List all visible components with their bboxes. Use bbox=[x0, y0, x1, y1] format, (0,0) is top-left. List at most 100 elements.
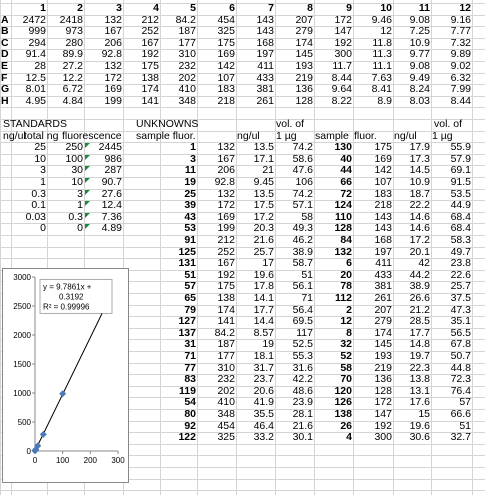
unknowns-cell[interactable]: 202 bbox=[197, 386, 236, 398]
unknowns-cell[interactable]: 69.1 bbox=[431, 165, 472, 177]
unknowns-cell[interactable]: 47.6 bbox=[275, 165, 314, 177]
unknowns-cell[interactable]: 3 bbox=[160, 154, 197, 166]
unknowns-cell[interactable]: 25 bbox=[160, 189, 197, 201]
unknowns-cell[interactable]: 25.7 bbox=[236, 247, 275, 259]
unknowns-cell[interactable]: 69.5 bbox=[275, 316, 314, 328]
unknowns-cell[interactable]: 14.4 bbox=[236, 316, 275, 328]
unknowns-cell[interactable]: 41.9 bbox=[236, 397, 275, 409]
plate-cell[interactable]: 2418 bbox=[47, 15, 84, 27]
plate-cell[interactable]: 192 bbox=[123, 49, 160, 61]
unknowns-cell[interactable]: 26 bbox=[314, 421, 353, 433]
plate-cell[interactable]: 143 bbox=[236, 15, 275, 27]
unknowns-cell[interactable]: 175 bbox=[353, 142, 393, 154]
unknowns-cell[interactable]: 167 bbox=[197, 258, 236, 270]
unknowns-cell[interactable]: 279 bbox=[353, 316, 393, 328]
plate-cell[interactable]: 89.9 bbox=[47, 49, 84, 61]
standards-cell[interactable]: 3 bbox=[47, 189, 84, 201]
unknowns-cell[interactable]: 175 bbox=[197, 281, 236, 293]
plate-cell[interactable]: 454 bbox=[197, 15, 236, 27]
unknowns-cell[interactable]: 18.7 bbox=[393, 189, 431, 201]
std-header-totalng[interactable]: total ng bbox=[23, 131, 63, 143]
standards-cell[interactable]: 0.3 bbox=[47, 212, 84, 224]
plate-cell[interactable]: 280 bbox=[47, 38, 84, 50]
unknowns-cell[interactable]: 78 bbox=[314, 281, 353, 293]
plate-cell[interactable]: 167 bbox=[123, 38, 160, 50]
unknowns-cell[interactable]: 21.6 bbox=[275, 421, 314, 433]
unknowns-cell[interactable]: 14.6 bbox=[393, 223, 431, 235]
unknowns-cell[interactable]: 53 bbox=[160, 223, 197, 235]
unknowns-cell[interactable]: 66 bbox=[314, 177, 353, 189]
plate-cell[interactable]: 143 bbox=[236, 26, 275, 38]
unk-header-1ug[interactable]: 1 µg bbox=[275, 131, 314, 143]
unknowns-cell[interactable]: 49.7 bbox=[431, 247, 472, 259]
unknowns-cell[interactable]: 132 bbox=[314, 247, 353, 259]
plate-cell[interactable]: 433 bbox=[236, 73, 275, 85]
standards-cell[interactable]: 100 bbox=[47, 154, 84, 166]
unknowns-cell[interactable]: 55.3 bbox=[275, 351, 314, 363]
unknowns-cell[interactable]: 17.7 bbox=[236, 305, 275, 317]
unknowns-cell[interactable]: 19 bbox=[236, 339, 275, 351]
unknowns-cell[interactable]: 72.3 bbox=[431, 374, 472, 386]
plate-cell[interactable]: 294 bbox=[11, 38, 47, 50]
plate-cell[interactable]: 218 bbox=[197, 96, 236, 108]
unknowns-cell[interactable]: 130 bbox=[314, 142, 353, 154]
unknowns-cell[interactable]: 21.6 bbox=[236, 235, 275, 247]
standards-cell[interactable]: 10 bbox=[11, 154, 47, 166]
unk-header-ngul[interactable]: ng/ul bbox=[236, 131, 275, 143]
unknowns-cell[interactable]: 14.6 bbox=[393, 212, 431, 224]
plate-cell[interactable]: 128 bbox=[275, 96, 314, 108]
unknowns-cell[interactable]: 50.7 bbox=[431, 351, 472, 363]
unknowns-cell[interactable]: 46.4 bbox=[236, 421, 275, 433]
plate-column-header[interactable]: 5 bbox=[160, 3, 197, 15]
unknowns-cell[interactable]: 187 bbox=[197, 339, 236, 351]
unknowns-cell[interactable]: 74.2 bbox=[275, 142, 314, 154]
unknowns-cell[interactable]: 23.8 bbox=[431, 258, 472, 270]
unknowns-cell[interactable]: 167 bbox=[197, 154, 236, 166]
unknowns-cell[interactable]: 127 bbox=[160, 316, 197, 328]
plate-cell[interactable]: 207 bbox=[275, 15, 314, 27]
unknowns-cell[interactable]: 174 bbox=[353, 328, 393, 340]
plate-cell[interactable]: 132 bbox=[84, 61, 123, 73]
unknowns-cell[interactable]: 22.3 bbox=[393, 363, 431, 375]
plate-cell[interactable]: 27.2 bbox=[47, 61, 84, 73]
standards-cell[interactable]: 3 bbox=[11, 165, 47, 177]
unknowns-cell[interactable]: 128 bbox=[353, 386, 393, 398]
plate-cell[interactable]: 187 bbox=[160, 26, 197, 38]
unknowns-cell[interactable]: 106 bbox=[275, 177, 314, 189]
unknowns-cell[interactable]: 54 bbox=[160, 397, 197, 409]
plate-cell[interactable]: 232 bbox=[160, 61, 197, 73]
plate-cell[interactable]: 147 bbox=[314, 26, 353, 38]
plate-cell[interactable]: 174 bbox=[275, 38, 314, 50]
plate-cell[interactable]: 91.4 bbox=[11, 49, 47, 61]
unknowns-cell[interactable]: 20 bbox=[314, 270, 353, 282]
unknowns-cell[interactable]: 44.9 bbox=[431, 200, 472, 212]
unknowns-cell[interactable]: 168 bbox=[353, 235, 393, 247]
standards-cell[interactable]: 0 bbox=[47, 223, 84, 235]
unknowns-cell[interactable]: 47.3 bbox=[431, 305, 472, 317]
unknowns-cell[interactable]: 177 bbox=[197, 351, 236, 363]
plate-cell[interactable]: 28 bbox=[11, 61, 47, 73]
unknowns-cell[interactable]: 143 bbox=[353, 223, 393, 235]
unknowns-cell[interactable]: 17.6 bbox=[393, 397, 431, 409]
unknowns-cell[interactable]: 381 bbox=[353, 281, 393, 293]
unknowns-cell[interactable]: 43 bbox=[160, 212, 197, 224]
unknowns-cell[interactable]: 15 bbox=[393, 409, 431, 421]
unknowns-cell[interactable]: 84 bbox=[314, 235, 353, 247]
unknowns-cell[interactable]: 58.6 bbox=[275, 154, 314, 166]
plate-cell[interactable]: 11.3 bbox=[353, 49, 393, 61]
unknowns-cell[interactable]: 126 bbox=[314, 397, 353, 409]
plate-cell[interactable]: 172 bbox=[84, 73, 123, 85]
unknowns-title[interactable]: UNKNOWNS bbox=[135, 119, 215, 131]
unknowns-cell[interactable]: 92.8 bbox=[197, 177, 236, 189]
unk-header-sample-fluor[interactable]: sample fluor. bbox=[135, 131, 210, 143]
vol-of-label[interactable]: vol. of bbox=[275, 119, 314, 131]
plate-cell[interactable]: 252 bbox=[123, 26, 160, 38]
unknowns-cell[interactable]: 83 bbox=[160, 374, 197, 386]
unknowns-cell[interactable]: 51 bbox=[431, 421, 472, 433]
plate-cell[interactable]: 973 bbox=[47, 26, 84, 38]
unknowns-cell[interactable]: 72 bbox=[314, 189, 353, 201]
unknowns-cell[interactable]: 35.5 bbox=[236, 409, 275, 421]
unknowns-cell[interactable]: 66.6 bbox=[431, 409, 472, 421]
plate-cell[interactable]: 8.01 bbox=[11, 84, 47, 96]
plate-cell[interactable]: 9.02 bbox=[431, 61, 472, 73]
